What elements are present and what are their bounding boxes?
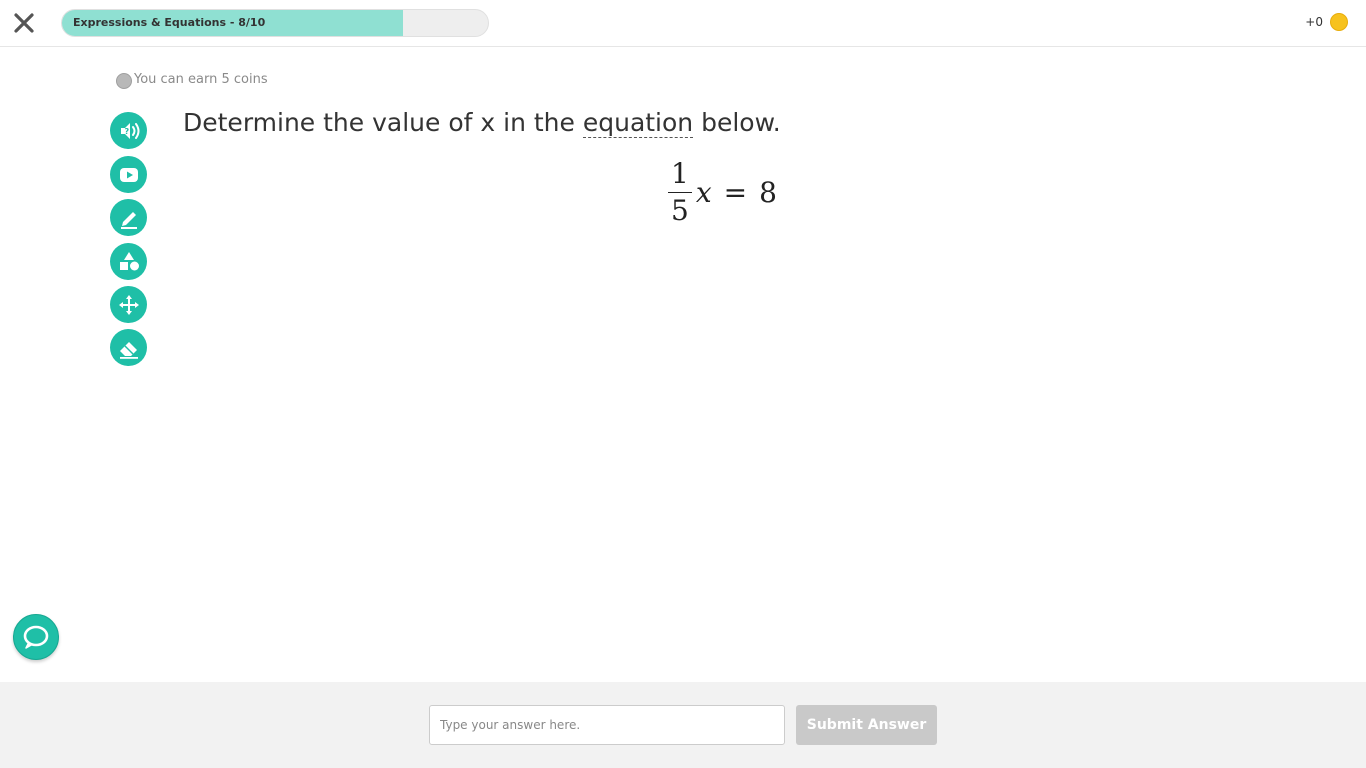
read-aloud-icon: ? [120,122,139,139]
pencil-icon [120,211,137,229]
equation-operator: = [723,176,748,209]
video-play-icon [119,167,138,182]
move-arrows-icon [118,294,139,315]
equation-rhs: 8 [759,176,777,209]
shapes-button[interactable] [110,243,147,280]
progress-bar: Expressions & Equations - 8/10 [61,9,489,37]
question-text-after: below. [693,108,781,137]
eraser-button[interactable] [110,329,147,366]
top-bar: Expressions & Equations - 8/10 +0 [0,0,1366,47]
equation: 1 5 x = 8 [668,160,777,225]
chat-button[interactable] [13,614,59,660]
coins-earned: +0 [1305,13,1348,31]
fraction-denominator: 5 [671,194,689,227]
fraction-numerator: 1 [668,160,692,193]
answer-input[interactable] [429,705,785,745]
submit-answer-button[interactable]: Submit Answer [796,705,937,745]
earn-coins-text: You can earn 5 coins [134,72,268,87]
coin-outline-icon [116,73,132,89]
answer-footer: Submit Answer [0,682,1366,768]
shapes-icon [119,251,139,270]
read-aloud-button[interactable]: ? [110,112,147,149]
question-prompt: Determine the value of x in the equation… [183,108,781,138]
close-icon [14,13,34,33]
close-button[interactable] [10,9,38,37]
eraser-icon [119,341,138,359]
glossary-term-equation[interactable]: equation [582,108,694,138]
equation-variable: x [695,176,712,209]
chat-bubble-icon [23,625,49,649]
pencil-button[interactable] [110,199,147,236]
earn-coins-hint: You can earn 5 coins [116,70,268,89]
coin-icon [1330,13,1348,31]
progress-label: Expressions & Equations - 8/10 [73,16,266,29]
move-button[interactable] [110,286,147,323]
coins-earned-count: +0 [1305,15,1323,29]
video-button[interactable] [110,156,147,193]
question-text-before: Determine the value of x in the [183,108,583,137]
svg-text:?: ? [124,127,129,136]
fraction: 1 5 [668,160,692,225]
